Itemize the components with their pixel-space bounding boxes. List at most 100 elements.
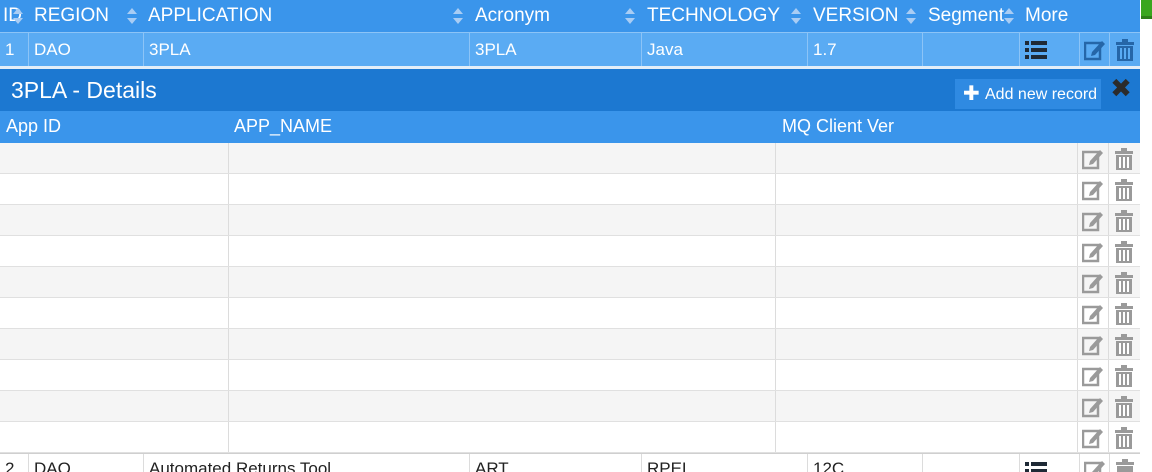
table-row[interactable] — [0, 298, 1140, 329]
trash-icon[interactable] — [1114, 334, 1134, 356]
edit-icon[interactable] — [1084, 39, 1106, 61]
cell-more — [1020, 454, 1080, 472]
cell-segment — [923, 454, 1020, 472]
cell-mq-client-ver — [776, 205, 1078, 235]
cell-edit — [1078, 329, 1109, 359]
cell-edit — [1078, 298, 1109, 328]
cell-edit — [1078, 360, 1109, 390]
table-row[interactable] — [0, 236, 1140, 267]
close-icon[interactable]: ✖ — [1108, 75, 1134, 101]
cell-edit — [1078, 205, 1109, 235]
column-header-app-id[interactable]: App ID — [6, 111, 61, 143]
add-new-record-label: Add new record — [985, 86, 1098, 103]
cell-acronym: ART — [470, 454, 642, 472]
edit-icon[interactable] — [1082, 427, 1104, 449]
table-row[interactable] — [0, 267, 1140, 298]
cell-app-name — [229, 236, 776, 266]
cell-mq-client-ver — [776, 236, 1078, 266]
cell-technology: RPEL — [642, 454, 808, 472]
edit-icon[interactable] — [1084, 459, 1106, 472]
edit-icon[interactable] — [1082, 241, 1104, 263]
table-row[interactable] — [0, 143, 1140, 174]
sort-icon[interactable] — [905, 6, 917, 26]
status-indicator — [1141, 0, 1152, 16]
cell-app-name — [229, 391, 776, 421]
table-row[interactable] — [0, 329, 1140, 360]
cell-app-name — [229, 143, 776, 173]
sort-icon[interactable] — [126, 6, 138, 26]
table-row[interactable] — [0, 422, 1140, 453]
column-header-region[interactable]: REGION — [34, 0, 124, 32]
cell-delete — [1109, 267, 1140, 297]
table-row[interactable] — [0, 174, 1140, 205]
sort-icon[interactable] — [1003, 6, 1015, 26]
column-header-technology[interactable]: TECHNOLOGY — [647, 0, 787, 32]
cell-mq-client-ver — [776, 391, 1078, 421]
details-table-header: App ID APP_NAME MQ Client Ver — [0, 111, 1140, 143]
sort-icon[interactable] — [452, 6, 464, 26]
sort-icon[interactable] — [624, 6, 636, 26]
edit-icon[interactable] — [1082, 272, 1104, 294]
table-row[interactable]: 2 DAO Automated Returns Tool ART RPEL 12… — [0, 453, 1140, 472]
list-icon[interactable] — [1025, 461, 1047, 472]
trash-icon[interactable] — [1114, 272, 1134, 294]
cell-delete — [1109, 391, 1140, 421]
trash-icon[interactable] — [1115, 459, 1135, 472]
trash-icon[interactable] — [1114, 365, 1134, 387]
cell-app-id — [0, 143, 229, 173]
table-row[interactable] — [0, 205, 1140, 236]
column-header-version[interactable]: VERSION — [813, 0, 903, 32]
trash-icon[interactable] — [1114, 396, 1134, 418]
trash-icon[interactable] — [1114, 427, 1134, 449]
cell-region: DAO — [29, 33, 144, 67]
cell-mq-client-ver — [776, 298, 1078, 328]
table-row-selected[interactable]: 1 DAO 3PLA 3PLA Java 1.7 — [0, 32, 1140, 67]
edit-icon[interactable] — [1082, 179, 1104, 201]
cell-delete — [1109, 329, 1140, 359]
trash-icon[interactable] — [1114, 303, 1134, 325]
cell-edit — [1078, 174, 1109, 204]
cell-mq-client-ver — [776, 143, 1078, 173]
trash-icon[interactable] — [1114, 210, 1134, 232]
cell-app-id — [0, 236, 229, 266]
cell-app-name — [229, 298, 776, 328]
status-indicator-line — [1141, 16, 1152, 19]
cell-mq-client-ver — [776, 174, 1078, 204]
cell-application: 3PLA — [144, 33, 470, 67]
cell-app-name — [229, 422, 776, 452]
trash-icon[interactable] — [1114, 148, 1134, 170]
table-row[interactable] — [0, 391, 1140, 422]
sort-icon[interactable] — [790, 6, 802, 26]
trash-icon[interactable] — [1114, 241, 1134, 263]
cell-delete — [1109, 236, 1140, 266]
cell-delete — [1109, 298, 1140, 328]
column-header-mq-client-ver[interactable]: MQ Client Ver — [782, 111, 894, 143]
cell-mq-client-ver — [776, 422, 1078, 452]
cell-id: 1 — [0, 33, 29, 67]
cell-id: 2 — [0, 454, 29, 472]
edit-icon[interactable] — [1082, 303, 1104, 325]
sort-icon[interactable] — [12, 6, 24, 26]
trash-icon[interactable] — [1114, 179, 1134, 201]
cell-edit — [1080, 454, 1110, 472]
edit-icon[interactable] — [1082, 210, 1104, 232]
trash-icon[interactable] — [1115, 39, 1135, 61]
cell-app-id — [0, 267, 229, 297]
table-row[interactable] — [0, 360, 1140, 391]
column-header-segment[interactable]: Segment — [928, 0, 1004, 32]
edit-icon[interactable] — [1082, 365, 1104, 387]
edit-icon[interactable] — [1082, 148, 1104, 170]
list-icon[interactable] — [1025, 40, 1047, 60]
add-new-record-button[interactable]: ✚ Add new record — [955, 79, 1101, 109]
column-header-app-name[interactable]: APP_NAME — [234, 111, 332, 143]
details-panel-title-bar: 3PLA - Details ✚ Add new record ✖ — [0, 69, 1140, 111]
edit-icon[interactable] — [1082, 396, 1104, 418]
cell-region: DAO — [29, 454, 144, 472]
cell-delete — [1110, 33, 1140, 67]
column-header-acronym[interactable]: Acronym — [475, 0, 615, 32]
edit-icon[interactable] — [1082, 334, 1104, 356]
column-header-application[interactable]: APPLICATION — [148, 0, 438, 32]
cell-delete — [1110, 454, 1140, 472]
cell-acronym: 3PLA — [470, 33, 642, 67]
cell-app-id — [0, 422, 229, 452]
